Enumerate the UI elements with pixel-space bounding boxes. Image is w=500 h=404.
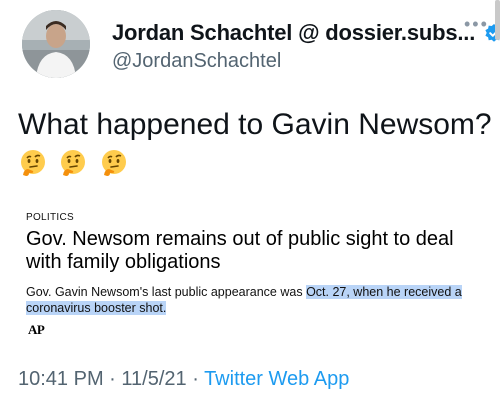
- tweet-source-link[interactable]: Twitter Web App: [204, 368, 349, 390]
- ap-logo: AP: [28, 322, 45, 337]
- thinking-face-icon: [58, 148, 88, 178]
- meta-separator: ·: [103, 368, 122, 390]
- article-card[interactable]: POLITICS Gov. Newsom remains out of publ…: [18, 198, 480, 346]
- tweet-header: Jordan Schachtel @ dossier.subs... ••• @…: [16, 10, 500, 82]
- more-options-icon[interactable]: •••: [464, 14, 494, 34]
- article-section-label: POLITICS: [26, 212, 74, 223]
- scrollbar[interactable]: [495, 0, 500, 40]
- user-handle[interactable]: @JordanSchachtel: [112, 50, 281, 73]
- meta-separator: ·: [186, 368, 205, 390]
- avatar[interactable]: [22, 10, 90, 78]
- tweet-time[interactable]: 10:41 PM: [18, 368, 104, 390]
- tweet-text: What happened to Gavin Newsom?: [18, 108, 492, 141]
- tweet-meta: 10:41 PM · 11/5/21 · Twitter Web App: [18, 368, 349, 391]
- article-headline[interactable]: Gov. Newsom remains out of public sight …: [26, 228, 476, 274]
- name-row: Jordan Schachtel @ dossier.subs...: [112, 20, 500, 48]
- thinking-face-icon: [99, 148, 129, 178]
- summary-text: Gov. Gavin Newsom's last public appearan…: [26, 285, 307, 299]
- emoji-row: [18, 148, 135, 180]
- article-summary: Gov. Gavin Newsom's last public appearan…: [26, 284, 476, 316]
- thinking-face-icon: [18, 148, 48, 178]
- tweet-date[interactable]: 11/5/21: [121, 368, 186, 390]
- display-name[interactable]: Jordan Schachtel @ dossier.subs...: [112, 20, 475, 46]
